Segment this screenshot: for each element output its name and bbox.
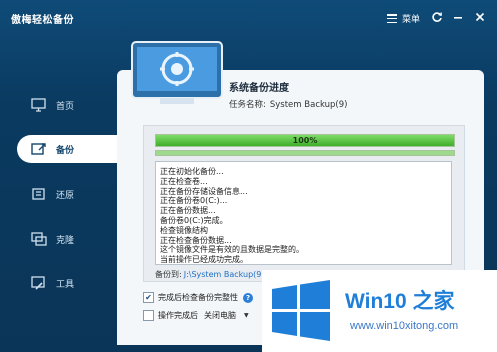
after-option[interactable]: 操作完成后 关闭电脑 ▼: [143, 310, 249, 321]
sidebar-item-tools[interactable]: 工具: [17, 269, 117, 297]
log-line: 正在备份卷0(C:)...: [160, 196, 228, 206]
log-line: 当前操作已经成功完成。: [160, 255, 248, 265]
title-bar: 傲梅轻松备份 菜单: [0, 0, 497, 36]
destination-label: 备份到:: [155, 270, 182, 279]
destination-path[interactable]: J:\System Backup(9): [184, 270, 265, 279]
log-line: 检查镜像结构: [160, 225, 208, 235]
log-line: 正在备份存储设备信息...: [160, 186, 248, 196]
verify-option[interactable]: ✔ 完成后检查备份完整性 ?: [143, 292, 253, 303]
app-window: 傲梅轻松备份 菜单 首页 备份 还原 克隆 工具 系统备份进度 任务名称: Sy…: [0, 0, 497, 352]
after-action-select[interactable]: 关闭电脑: [204, 310, 236, 321]
verify-label: 完成后检查备份完整性: [158, 293, 238, 302]
progress-percent: 100%: [292, 136, 318, 145]
app-title: 傲梅轻松备份: [11, 15, 74, 26]
log-line: 正在初始化备份...: [160, 167, 224, 176]
minimize-icon[interactable]: [452, 11, 464, 23]
menu-icon: [387, 14, 397, 23]
task-name-label: 任务名称:: [229, 100, 266, 110]
watermark-brand-text: Win10: [345, 290, 407, 313]
sidebar-item-clone[interactable]: 克隆: [17, 225, 117, 253]
destination: 备份到: J:\System Backup(9): [155, 269, 264, 280]
watermark: Win10 之家 www.win10xitong.com: [262, 270, 497, 352]
log-line: 这个镜像文件是有效的且数据是完整的。: [160, 245, 304, 255]
menu-button[interactable]: 菜单: [387, 12, 420, 25]
sidebar-item-home[interactable]: 首页: [17, 91, 117, 119]
log-line: 正在备份数据...: [160, 206, 216, 216]
sidebar-item-label: 克隆: [56, 235, 75, 246]
clone-icon: [31, 232, 47, 246]
restore-icon: [32, 188, 45, 200]
after-label: 操作完成后: [158, 311, 198, 320]
task-name-value: System Backup(9): [269, 100, 348, 110]
after-checkbox[interactable]: [143, 310, 154, 321]
task-name: 任务名称: System Backup(9): [229, 98, 347, 110]
sidebar-item-label: 还原: [56, 190, 75, 201]
menu-label: 菜单: [402, 15, 421, 25]
backup-monitor-icon: [131, 41, 223, 104]
backup-icon: [31, 143, 46, 155]
close-icon[interactable]: [474, 11, 486, 23]
watermark-brand: Win10 之家: [345, 285, 455, 315]
log-line: 备份卷0(C:)完成。: [160, 215, 228, 225]
sidebar-item-label: 备份: [56, 145, 75, 156]
secondary-progress-bar: [155, 150, 455, 156]
monitor-home-icon: [31, 98, 46, 112]
operation-log: 正在初始化备份... 正在检查卷... 正在备份存储设备信息... 正在备份卷0(C:…: [155, 161, 452, 265]
verify-checkbox[interactable]: ✔: [143, 292, 154, 303]
progress-bar: 100%: [155, 134, 455, 147]
log-line: 正在检查卷...: [160, 176, 208, 186]
watermark-url: www.win10xitong.com: [350, 320, 459, 332]
task-heading: 系统备份进度: [229, 83, 289, 94]
sidebar-item-backup[interactable]: 备份: [17, 135, 117, 163]
chevron-down-icon[interactable]: ▼: [244, 312, 249, 319]
windows-logo-icon: [272, 280, 330, 341]
sidebar-item-label: 首页: [56, 101, 75, 112]
tools-icon: [31, 276, 45, 290]
log-line: 正在检查备份数据...: [160, 235, 232, 245]
sidebar: 首页 备份 还原 克隆 工具: [0, 85, 117, 345]
watermark-brand-zh: 之家: [412, 290, 455, 313]
sidebar-item-label: 工具: [56, 279, 75, 290]
help-icon[interactable]: ?: [243, 292, 253, 303]
refresh-icon[interactable]: [431, 11, 443, 23]
sidebar-item-restore[interactable]: 还原: [17, 180, 117, 208]
